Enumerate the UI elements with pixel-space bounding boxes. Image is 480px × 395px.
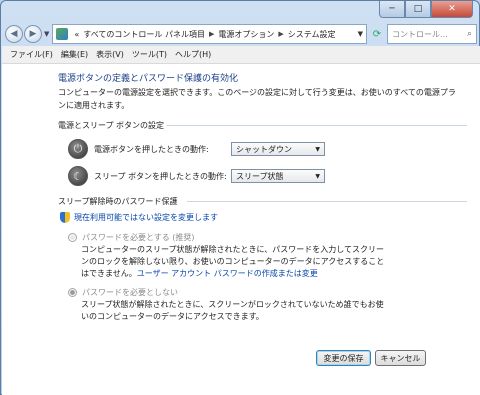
no-password-option: パスワードを必要としない (68, 287, 178, 298)
power-button-value: シャットダウン (236, 144, 292, 154)
breadcrumb-power-options[interactable]: 電源オプション (218, 29, 274, 40)
no-password-label: パスワードを必要としない (82, 288, 178, 297)
cancel-button[interactable]: キャンセル (375, 350, 426, 366)
section-divider (167, 125, 467, 126)
menu-file[interactable]: ファイル(F) (10, 49, 53, 60)
power-icon: ⏻ (68, 139, 88, 159)
require-password-radio[interactable] (68, 233, 77, 242)
recent-pages-dropdown-icon[interactable]: ▼ (44, 30, 49, 38)
maximize-button[interactable]: □ (405, 1, 431, 18)
power-button-label: 電源ボタンを押したときの動作: (94, 144, 209, 154)
change-settings-link[interactable]: 現在利用可能ではない設定を変更します (60, 212, 218, 223)
power-section-title: 電源とスリープ ボタンの設定 (58, 121, 165, 130)
close-button[interactable]: ✕ (431, 1, 473, 18)
back-button[interactable]: ◀ (5, 25, 23, 43)
address-dropdown-icon[interactable]: ▼ (358, 30, 363, 38)
back-arrow-icon: ◀ (10, 29, 18, 39)
forward-arrow-icon: ▶ (29, 29, 37, 39)
power-button-row: ⏻ 電源ボタンを押したときの動作: シャットダウン ▼ (68, 139, 325, 159)
menu-view[interactable]: 表示(V) (96, 49, 124, 60)
content-pane: 電源ボタンの定義とパスワード保護の有効化 コンピューターの電源設定を選択できます… (2, 64, 480, 395)
save-button[interactable]: 変更の保存 (316, 350, 371, 366)
address-bar[interactable]: « すべてのコントロール パネル項目 ▶ 電源オプション ▶ システム設定 ▼ (52, 24, 367, 44)
address-row: ◀ ▶ ▼ « すべてのコントロール パネル項目 ▶ 電源オプション ▶ システ… (5, 23, 477, 45)
password-section-title: スリープ解除時のパスワード保護 (58, 197, 178, 206)
page-title: 電源ボタンの定義とパスワード保護の有効化 (58, 74, 239, 84)
breadcrumb-overflow[interactable]: « (74, 30, 79, 39)
search-placeholder: コントロール... (392, 29, 448, 39)
minimize-button[interactable]: ─ (379, 1, 405, 18)
breadcrumb-all-items[interactable]: すべてのコントロール パネル項目 (83, 29, 205, 40)
chevron-down-icon: ▼ (315, 145, 320, 153)
search-input[interactable]: コントロール... ⌕ (387, 24, 477, 44)
create-password-link[interactable]: ユーザー アカウント パスワードの作成または変更 (137, 269, 318, 278)
require-password-option: パスワードを必要とする (推奨) (68, 232, 195, 243)
menu-help[interactable]: ヘルプ(H) (175, 49, 211, 60)
no-password-description: スリープ状態が解除されたときに、スクリーンがロックされていないため誰でもお使いの… (81, 300, 384, 321)
sleep-button-value: スリープ状態 (236, 171, 284, 181)
control-panel-icon (56, 28, 69, 40)
require-password-label: パスワードを必要とする (推奨) (82, 233, 195, 242)
window: ─ □ ✕ ◀ ▶ ▼ « すべてのコントロール パネル項目 ▶ 電源オプション… (0, 0, 480, 395)
sleep-button-select[interactable]: スリープ状態 ▼ (231, 169, 325, 183)
sleep-icon: ☾ (68, 166, 88, 186)
search-icon: ⌕ (466, 29, 472, 39)
menu-edit[interactable]: 編集(E) (61, 49, 88, 60)
refresh-icon[interactable]: ⟳ (369, 24, 385, 44)
require-password-description: コンピューターのスリープ状態が解除されたときに、パスワードを入力してスクリーンの… (81, 244, 391, 280)
section-divider (187, 201, 467, 202)
chevron-down-icon: ▼ (315, 172, 320, 180)
power-button-select[interactable]: シャットダウン ▼ (231, 142, 325, 156)
breadcrumb-system-settings[interactable]: システム設定 (288, 29, 336, 40)
breadcrumb-separator-icon[interactable]: ▶ (209, 30, 214, 38)
sleep-button-row: ☾ スリープ ボタンを押したときの動作: スリープ状態 ▼ (68, 166, 325, 186)
page-description: コンピューターの電源設定を選択できます。このページの設定に対して行う変更は、お使… (58, 88, 456, 110)
no-password-radio[interactable] (68, 288, 77, 297)
uac-shield-icon (60, 212, 70, 223)
change-settings-link-text[interactable]: 現在利用可能ではない設定を変更します (74, 212, 218, 223)
forward-button[interactable]: ▶ (24, 25, 42, 43)
menu-tools[interactable]: ツール(T) (132, 49, 167, 60)
menu-bar: ファイル(F) 編集(E) 表示(V) ツール(T) ヘルプ(H) (2, 46, 480, 64)
breadcrumb-separator-icon[interactable]: ▶ (278, 30, 283, 38)
caption-buttons: ─ □ ✕ (379, 1, 473, 18)
sleep-button-label: スリープ ボタンを押したときの動作: (94, 171, 227, 181)
